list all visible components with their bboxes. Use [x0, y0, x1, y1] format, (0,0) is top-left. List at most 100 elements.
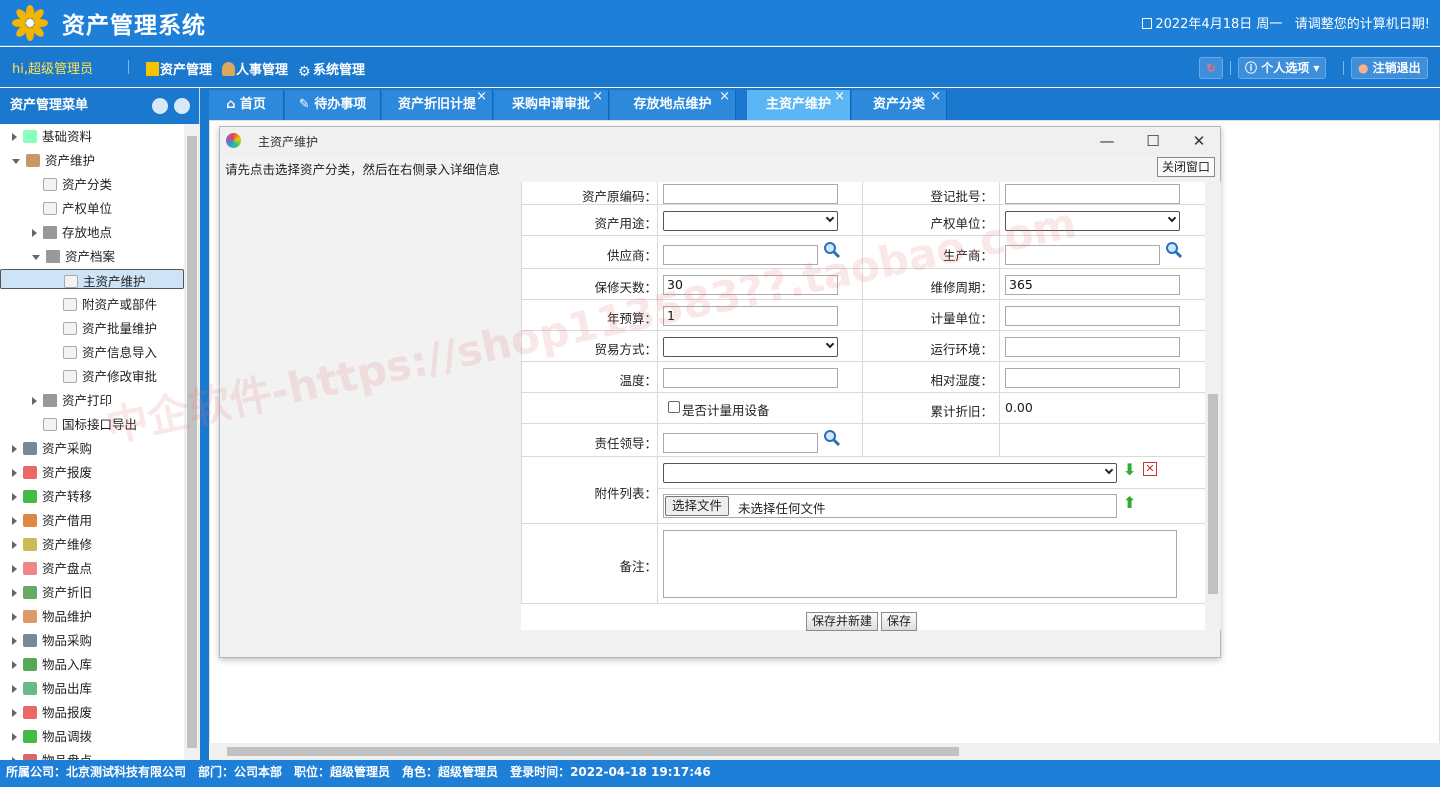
save-button[interactable]: 保存	[881, 612, 918, 631]
sidebar-item[interactable]: 资产采购	[0, 437, 184, 461]
select-field[interactable]	[663, 210, 838, 231]
menu-hr[interactable]: 人事管理	[222, 59, 288, 78]
splitter[interactable]	[200, 88, 209, 760]
close-tab-icon[interactable]: ×	[592, 82, 603, 112]
sidebar-item[interactable]: 物品维护	[0, 605, 184, 629]
text-field[interactable]	[1005, 305, 1180, 326]
sidebar-item[interactable]: 资产修改审批	[0, 365, 184, 389]
close-tab-icon[interactable]: ×	[930, 82, 941, 112]
upload-icon[interactable]: ⬆	[1123, 493, 1136, 512]
tab[interactable]: 资产分类 ×	[852, 89, 947, 120]
select-field[interactable]	[1005, 210, 1180, 231]
metering-checkbox[interactable]	[668, 401, 680, 413]
menu-system[interactable]: ⚙ 系统管理	[298, 59, 365, 80]
select-field[interactable]	[663, 336, 838, 357]
text-field[interactable]	[1005, 244, 1160, 265]
sidebar-item[interactable]: 附资产或部件	[0, 293, 184, 317]
collapsed-arrow-icon[interactable]	[12, 517, 17, 525]
sidebar-item[interactable]: 资产分类	[0, 173, 184, 197]
collapsed-arrow-icon[interactable]	[12, 541, 17, 549]
close-tab-icon[interactable]: ×	[476, 82, 487, 112]
remarks-textarea[interactable]	[663, 530, 1177, 598]
close-window-button[interactable]: 关闭窗口	[1156, 157, 1215, 177]
sidebar-item[interactable]: 资产盘点	[0, 557, 184, 581]
collapsed-arrow-icon[interactable]	[12, 637, 17, 645]
collapsed-arrow-icon[interactable]	[32, 397, 37, 405]
collapsed-arrow-icon[interactable]	[12, 733, 17, 741]
sidebar-item[interactable]: 物品出库	[0, 677, 184, 701]
sidebar-item[interactable]: 资产批量维护	[0, 317, 184, 341]
close-tab-icon[interactable]: ×	[719, 82, 730, 112]
sidebar-item[interactable]: 资产维护	[0, 149, 184, 173]
expanded-arrow-icon[interactable]	[32, 255, 40, 260]
sidebar-item[interactable]: 资产信息导入	[0, 341, 184, 365]
sidebar-item[interactable]: 物品调拨	[0, 725, 184, 749]
sidebar-item[interactable]: 物品报废	[0, 701, 184, 725]
tab[interactable]: 资产折旧计提 ×	[382, 89, 493, 120]
download-icon[interactable]: ⬇	[1123, 460, 1136, 479]
search-icon[interactable]	[823, 241, 841, 259]
minimize-icon[interactable]: —	[1084, 127, 1130, 155]
expanded-arrow-icon[interactable]	[12, 159, 20, 164]
text-field[interactable]: 365	[1005, 274, 1180, 295]
text-field[interactable]	[663, 244, 818, 265]
collapsed-arrow-icon[interactable]	[12, 469, 17, 477]
collapsed-arrow-icon[interactable]	[12, 661, 17, 669]
logout-button[interactable]: ● 注销退出	[1351, 57, 1428, 79]
collapsed-arrow-icon[interactable]	[12, 565, 17, 573]
tab[interactable]: ⌂ 首页	[209, 90, 284, 120]
sidebar-item[interactable]: 物品采购	[0, 629, 184, 653]
text-field[interactable]	[1005, 183, 1180, 204]
sidebar-scrollbar[interactable]	[184, 124, 200, 760]
search-icon[interactable]	[1165, 241, 1183, 259]
gear-icon[interactable]	[174, 98, 190, 114]
close-tab-icon[interactable]: ×	[834, 82, 845, 112]
sidebar-item[interactable]: 物品入库	[0, 653, 184, 677]
tab[interactable]: 存放地点维护 ×	[610, 89, 736, 120]
sidebar-item[interactable]: 物品盘点	[0, 749, 184, 760]
sidebar-item[interactable]: 资产报废	[0, 461, 184, 485]
text-field[interactable]	[663, 367, 838, 388]
tab[interactable]: 主资产维护 ×	[747, 89, 851, 120]
sidebar-item[interactable]: 主资产维护	[0, 269, 184, 289]
close-icon[interactable]: ✕	[1176, 127, 1222, 155]
collapsed-arrow-icon[interactable]	[12, 133, 17, 141]
text-field[interactable]	[1005, 336, 1180, 357]
choose-file-button[interactable]: 选择文件	[665, 496, 730, 516]
maximize-icon[interactable]: ☐	[1130, 127, 1176, 155]
sidebar-item[interactable]: 资产维修	[0, 533, 184, 557]
sidebar-item[interactable]: 存放地点	[0, 221, 184, 245]
text-field[interactable]	[663, 183, 838, 204]
sidebar-item[interactable]: 资产打印	[0, 389, 184, 413]
search-icon[interactable]	[823, 429, 841, 447]
sidebar-item[interactable]: 资产转移	[0, 485, 184, 509]
collapse-icon[interactable]	[152, 98, 168, 114]
menu-asset[interactable]: 资产管理	[146, 59, 212, 78]
collapsed-arrow-icon[interactable]	[12, 685, 17, 693]
file-input[interactable]: 选择文件 未选择任何文件	[663, 494, 1117, 518]
collapsed-arrow-icon[interactable]	[32, 229, 37, 237]
refresh-button[interactable]: ↻	[1199, 57, 1223, 79]
collapsed-arrow-icon[interactable]	[12, 613, 17, 621]
text-field[interactable]: 1	[663, 305, 838, 326]
form-scrollbar[interactable]	[1205, 182, 1221, 630]
sidebar-item[interactable]: 资产借用	[0, 509, 184, 533]
horizontal-scrollbar[interactable]	[209, 743, 1440, 760]
sidebar-item[interactable]: 产权单位	[0, 197, 184, 221]
personal-options-button[interactable]: ⓘ 个人选项 ▾	[1238, 57, 1327, 79]
tab[interactable]: 采购申请审批 ×	[494, 89, 609, 120]
sidebar-item[interactable]: 基础资料	[0, 125, 184, 149]
collapsed-arrow-icon[interactable]	[12, 445, 17, 453]
sidebar-item[interactable]: 资产折旧	[0, 581, 184, 605]
sidebar-item[interactable]: 国标接口导出	[0, 413, 184, 437]
delete-icon[interactable]: ✕	[1143, 462, 1157, 476]
collapsed-arrow-icon[interactable]	[12, 493, 17, 501]
attachment-select[interactable]	[663, 463, 1117, 483]
save-new-button[interactable]: 保存并新建	[806, 612, 879, 631]
sidebar-item[interactable]: 资产档案	[0, 245, 184, 269]
collapsed-arrow-icon[interactable]	[12, 709, 17, 717]
collapsed-arrow-icon[interactable]	[12, 589, 17, 597]
tab[interactable]: ✎ 待办事项	[285, 90, 381, 120]
text-field[interactable]	[1005, 367, 1180, 388]
text-field[interactable]	[663, 432, 818, 453]
